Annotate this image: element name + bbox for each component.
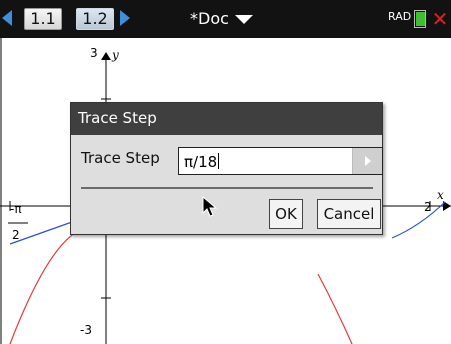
chevron-down-icon — [234, 15, 253, 24]
left-arrow-icon[interactable] — [2, 10, 12, 26]
dialog-titlebar: Trace Step — [71, 103, 382, 135]
input-menu-button[interactable] — [352, 148, 382, 174]
top-bar: 1.1 1.2 *Doc RAD ✕ — [0, 0, 451, 38]
text-cursor — [218, 153, 220, 169]
close-icon[interactable]: ✕ — [431, 7, 449, 31]
dialog-title: Trace Step — [78, 109, 157, 127]
trace-step-input[interactable]: π/18 — [178, 147, 383, 175]
document-title-label: *Doc — [190, 9, 229, 28]
trace-step-value-text: π/18 — [184, 153, 218, 171]
red-function-curve — [9, 232, 76, 344]
x-right-label: 2 — [424, 200, 432, 214]
y-axis-arrow-icon — [101, 52, 111, 60]
y-axis-label: y — [112, 48, 119, 62]
tab-1-1[interactable]: 1.1 — [24, 8, 62, 30]
trace-step-value[interactable]: π/18 — [184, 153, 220, 171]
dialog-divider — [81, 187, 373, 189]
cancel-button[interactable]: Cancel — [317, 199, 381, 229]
document-title[interactable]: *Doc — [190, 8, 253, 30]
mouse-pointer-icon — [202, 196, 218, 217]
tab-1-2[interactable]: 1.2 — [76, 8, 114, 30]
angle-mode-indicator: RAD — [388, 10, 412, 23]
trace-step-dialog: Trace Step Trace Step π/18 OK Cancel — [70, 102, 383, 235]
right-arrow-icon[interactable] — [120, 10, 130, 26]
y-min-label: -3 — [80, 323, 92, 337]
calculator-screen: 1.1 1.2 *Doc RAD ✕ 3 y -3 -π 2 x 2 Trace… — [0, 0, 451, 344]
battery-icon — [411, 7, 430, 31]
right-arrow-icon — [365, 156, 371, 166]
blue-function-curve — [391, 201, 446, 239]
trace-step-label: Trace Step — [81, 149, 160, 167]
x-left-label-numerator: -π — [10, 202, 22, 216]
ok-button[interactable]: OK — [269, 199, 303, 229]
red-function-curve — [317, 273, 353, 344]
x-axis-label: x — [437, 188, 444, 202]
x-left-label-denominator: 2 — [12, 228, 20, 242]
y-max-label: 3 — [90, 46, 98, 60]
